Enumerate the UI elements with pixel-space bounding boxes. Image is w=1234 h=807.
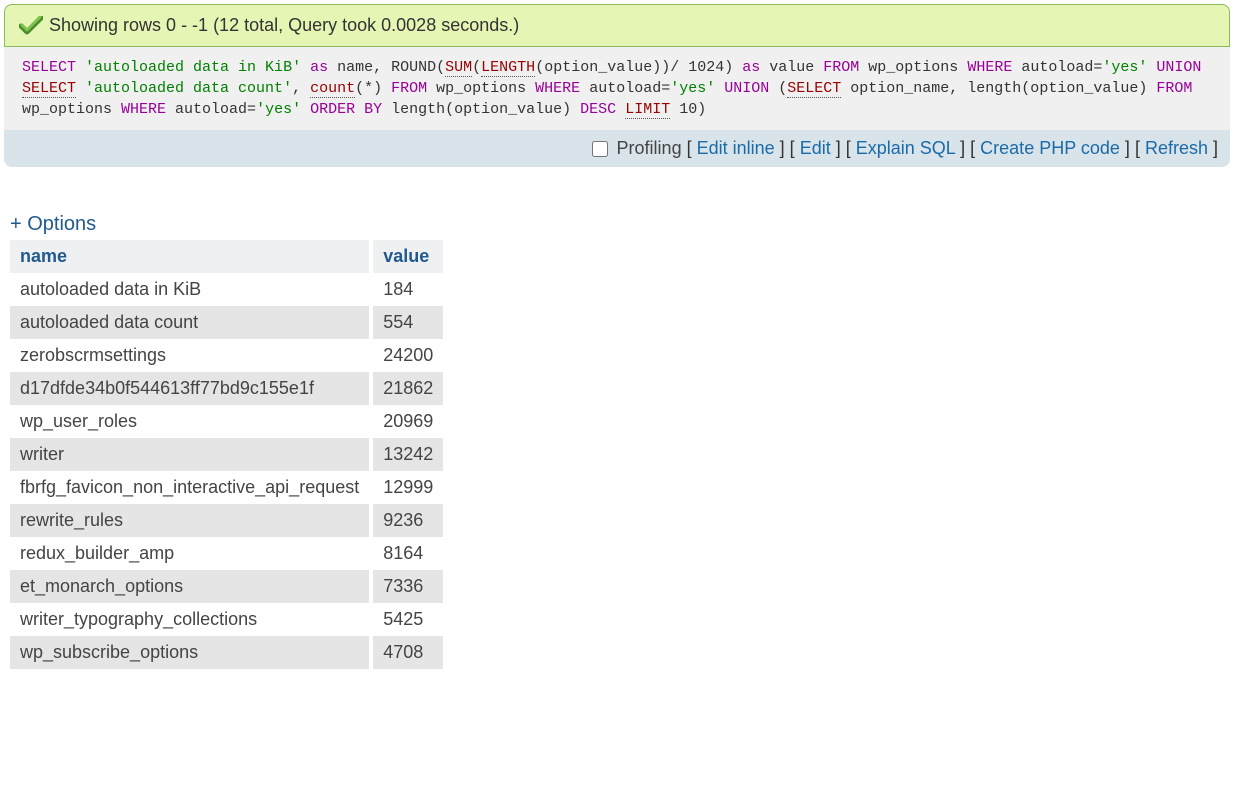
explain-sql-link[interactable]: Explain SQL [856, 138, 955, 158]
cell-name: fbrfg_favicon_non_interactive_api_reques… [10, 471, 371, 504]
sql-token: 10) [670, 101, 706, 118]
column-header-value[interactable]: value [371, 240, 443, 273]
sql-token: 'yes' [1102, 59, 1147, 76]
sql-token: autoload= [580, 80, 670, 97]
table-row: writer13242 [10, 438, 443, 471]
table-row: d17dfde34b0f544613ff77bd9c155e1f21862 [10, 372, 443, 405]
sql-token: 'autoloaded data in KiB' [85, 59, 301, 76]
cell-name: zerobscrmsettings [10, 339, 371, 372]
sql-token: WHERE [967, 59, 1012, 76]
sql-token: SUM [445, 59, 472, 77]
sql-token: 'yes' [670, 80, 715, 97]
table-row: writer_typography_collections5425 [10, 603, 443, 636]
create-php-code-link[interactable]: Create PHP code [980, 138, 1120, 158]
profiling-checkbox[interactable] [592, 141, 608, 157]
sql-token: as [310, 59, 328, 76]
sql-token: SELECT [787, 80, 841, 98]
cell-name: d17dfde34b0f544613ff77bd9c155e1f [10, 372, 371, 405]
table-row: wp_user_roles20969 [10, 405, 443, 438]
sql-token: 'yes' [256, 101, 301, 118]
cell-value: 20969 [371, 405, 443, 438]
sql-token: UNION [1156, 59, 1201, 76]
profiling-label: Profiling [617, 138, 682, 158]
query-actions-bar: Profiling [ Edit inline ] [ Edit ] [ Exp… [4, 130, 1230, 167]
table-row: redux_builder_amp8164 [10, 537, 443, 570]
sql-token: value [760, 59, 823, 76]
sql-token [76, 80, 85, 97]
table-row: autoloaded data in KiB184 [10, 273, 443, 306]
sql-query-display: SELECT 'autoloaded data in KiB' as name,… [4, 47, 1230, 130]
sql-token: length(option_value) [382, 101, 580, 118]
results-table: name value autoloaded data in KiB184auto… [10, 240, 443, 669]
refresh-link[interactable]: Refresh [1145, 138, 1208, 158]
sql-token: wp_options [859, 59, 967, 76]
table-row: wp_subscribe_options4708 [10, 636, 443, 669]
cell-value: 24200 [371, 339, 443, 372]
cell-name: wp_user_roles [10, 405, 371, 438]
table-header-row: name value [10, 240, 443, 273]
sql-token [616, 101, 625, 118]
sql-token: FROM [1156, 80, 1192, 97]
cell-value: 4708 [371, 636, 443, 669]
edit-inline-link[interactable]: Edit inline [697, 138, 775, 158]
sql-token: option_name, length(option_value) [841, 80, 1156, 97]
cell-value: 8164 [371, 537, 443, 570]
cell-name: autoloaded data in KiB [10, 273, 371, 306]
sql-token: count [310, 80, 355, 98]
sql-token: ORDER BY [310, 101, 382, 118]
table-row: autoloaded data count554 [10, 306, 443, 339]
sql-token: ( [769, 80, 787, 97]
cell-name: rewrite_rules [10, 504, 371, 537]
edit-link[interactable]: Edit [800, 138, 831, 158]
sql-token: FROM [823, 59, 859, 76]
sql-token: wp_options [22, 101, 121, 118]
query-info-text: Showing rows 0 - -1 (12 total, Query too… [49, 15, 519, 36]
table-row: rewrite_rules9236 [10, 504, 443, 537]
sql-token [301, 59, 310, 76]
table-row: zerobscrmsettings24200 [10, 339, 443, 372]
sql-token [715, 80, 724, 97]
sql-token: LENGTH [481, 59, 535, 77]
cell-name: redux_builder_amp [10, 537, 371, 570]
cell-value: 13242 [371, 438, 443, 471]
cell-value: 5425 [371, 603, 443, 636]
options-toggle[interactable]: + Options [10, 213, 96, 236]
cell-value: 9236 [371, 504, 443, 537]
sql-token: LIMIT [625, 101, 670, 119]
sql-token: as [742, 59, 760, 76]
cell-value: 7336 [371, 570, 443, 603]
cell-value: 184 [371, 273, 443, 306]
cell-name: wp_subscribe_options [10, 636, 371, 669]
sql-token: (*) [355, 80, 391, 97]
sql-token [76, 59, 85, 76]
column-header-name[interactable]: name [10, 240, 371, 273]
sql-token: autoload= [166, 101, 256, 118]
cell-name: writer [10, 438, 371, 471]
query-info-box: Showing rows 0 - -1 (12 total, Query too… [4, 4, 1230, 47]
sql-token: 'autoloaded data count' [85, 80, 292, 97]
sql-token: WHERE [121, 101, 166, 118]
sql-token: autoload= [1012, 59, 1102, 76]
sql-token: DESC [580, 101, 616, 118]
sql-token: WHERE [535, 80, 580, 97]
sql-token: (option_value))/ 1024) [535, 59, 742, 76]
sql-token: name, ROUND( [328, 59, 445, 76]
cell-value: 12999 [371, 471, 443, 504]
sql-token: SELECT [22, 59, 76, 76]
cell-name: writer_typography_collections [10, 603, 371, 636]
cell-name: autoloaded data count [10, 306, 371, 339]
sql-token [301, 101, 310, 118]
sql-token: , [292, 80, 310, 97]
sql-token: FROM [391, 80, 427, 97]
sql-token: ( [472, 59, 481, 76]
success-check-icon [19, 16, 43, 36]
cell-value: 554 [371, 306, 443, 339]
cell-value: 21862 [371, 372, 443, 405]
table-row: fbrfg_favicon_non_interactive_api_reques… [10, 471, 443, 504]
sql-token: UNION [724, 80, 769, 97]
sql-token: wp_options [427, 80, 535, 97]
sql-token: SELECT [22, 80, 76, 98]
cell-name: et_monarch_options [10, 570, 371, 603]
table-row: et_monarch_options7336 [10, 570, 443, 603]
